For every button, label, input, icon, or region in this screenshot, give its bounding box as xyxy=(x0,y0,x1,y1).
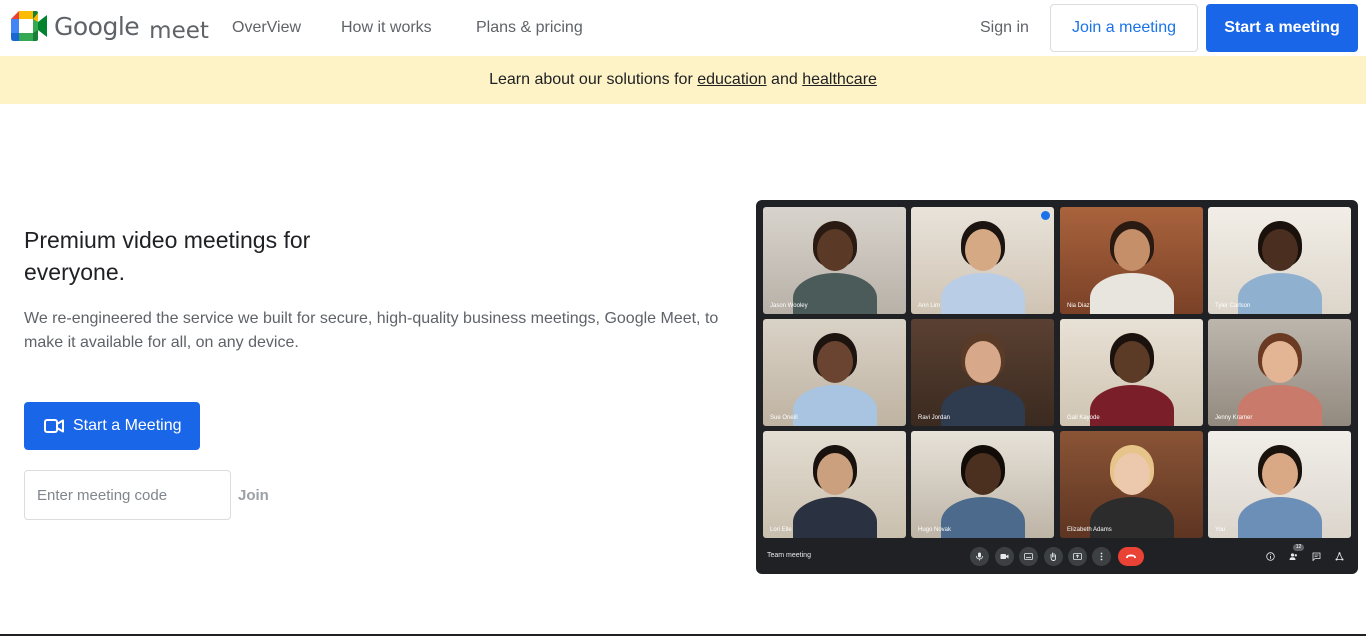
hero-description: We re-engineered the service we built fo… xyxy=(24,310,719,351)
education-link[interactable]: education xyxy=(697,71,766,89)
participant-name: Ravi Jordan xyxy=(918,415,951,421)
chat-icon xyxy=(1312,552,1321,561)
people-icon xyxy=(1289,553,1297,560)
participant-tile: Gail Kayode xyxy=(1060,319,1203,426)
participant-name: Jenny Kramer xyxy=(1215,415,1253,421)
raise-hand-icon xyxy=(1044,547,1063,566)
participant-tile: Elizabeth Adams xyxy=(1060,431,1203,538)
activities-icon xyxy=(1335,552,1344,561)
info-icon xyxy=(1266,552,1275,561)
join-meeting-button[interactable]: Join a meeting xyxy=(1050,4,1198,52)
video-camera-icon xyxy=(44,419,64,433)
meeting-title: Team meeting xyxy=(767,552,811,559)
top-nav: Google meet OverView How it works Plans … xyxy=(0,0,1366,56)
meeting-preview: Jason Wooley Ann Lim Nia Diaz Tyler Carlson… xyxy=(756,200,1358,574)
participant-name: Nia Diaz xyxy=(1067,303,1090,309)
participant-tile: Nia Diaz xyxy=(1060,207,1203,314)
captions-icon xyxy=(1019,547,1038,566)
participant-tile: You xyxy=(1208,431,1351,538)
brand-meet-text: meet xyxy=(149,18,209,44)
participant-name: Hugo Novak xyxy=(918,527,952,533)
participant-tile: Tyler Carlson xyxy=(1208,207,1351,314)
nav-plans-pricing-link[interactable]: Plans & pricing xyxy=(476,19,583,37)
pin-icon xyxy=(1041,211,1050,220)
participant-count-badge: 12 xyxy=(1293,544,1304,551)
hero-title: Premium video meetings for everyone. xyxy=(24,227,311,285)
mic-icon xyxy=(970,547,989,566)
participant-tile: Jenny Kramer xyxy=(1208,319,1351,426)
participant-name: Tyler Carlson xyxy=(1215,303,1251,309)
participant-tile: Lori Elle xyxy=(763,431,906,538)
header-start-meeting-button[interactable]: Start a meeting xyxy=(1206,4,1358,52)
nav-how-it-works-link[interactable]: How it works xyxy=(341,19,432,37)
present-screen-icon xyxy=(1068,547,1087,566)
nav-overview-link[interactable]: OverView xyxy=(232,19,301,37)
solutions-banner: Learn about our solutions for education … xyxy=(0,56,1366,104)
banner-prefix: Learn about our solutions for xyxy=(489,71,698,88)
participant-tile: Jason Wooley xyxy=(763,207,906,314)
hero-start-meeting-button[interactable]: Start a Meeting xyxy=(24,402,200,450)
banner-middle: and xyxy=(766,71,803,88)
participant-tile: Ravi Jordan xyxy=(911,319,1054,426)
sign-in-link[interactable]: Sign in xyxy=(980,19,1029,37)
brand-wordmark[interactable]: Google meet xyxy=(54,12,209,44)
participant-tile: Sue Oneill xyxy=(763,319,906,426)
participant-tile: Hugo Novak xyxy=(911,431,1054,538)
participant-name: Jason Wooley xyxy=(770,303,808,309)
end-call-icon xyxy=(1118,547,1144,566)
participant-tile: Ann Lim xyxy=(911,207,1054,314)
participant-name: Ann Lim xyxy=(918,303,941,309)
brand-google-text: Google xyxy=(54,12,140,41)
camera-icon xyxy=(995,547,1014,566)
hero-start-meeting-label: Start a Meeting xyxy=(73,417,182,434)
participant-name: Gail Kayode xyxy=(1067,415,1100,421)
participant-name: You xyxy=(1215,527,1226,533)
healthcare-link[interactable]: healthcare xyxy=(802,71,877,89)
participant-name: Elizabeth Adams xyxy=(1067,527,1112,533)
more-options-icon xyxy=(1092,547,1111,566)
meeting-code-input[interactable] xyxy=(24,470,231,520)
google-meet-logo-icon[interactable] xyxy=(11,11,47,41)
participant-name: Lori Elle xyxy=(770,527,792,533)
participant-name: Sue Oneill xyxy=(770,415,798,421)
join-code-link[interactable]: Join xyxy=(238,487,269,504)
